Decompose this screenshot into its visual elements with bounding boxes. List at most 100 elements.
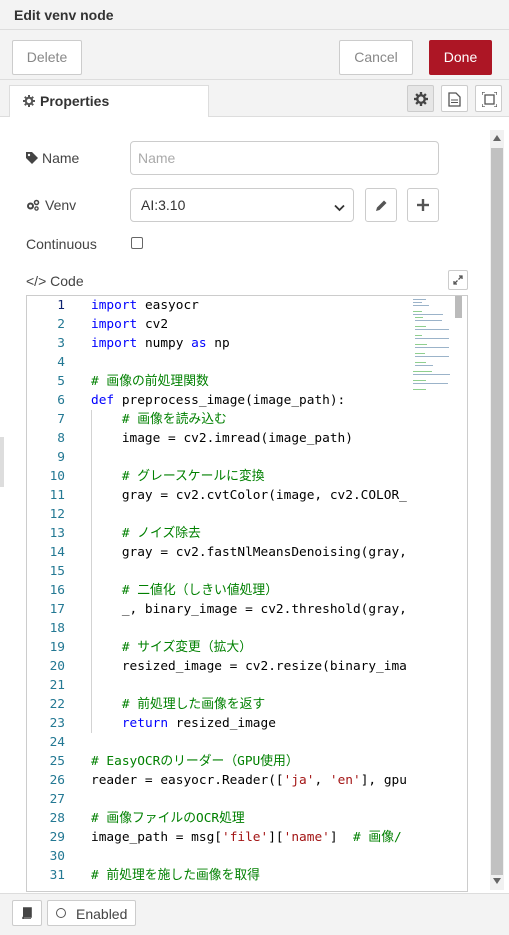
code-text: def preprocess_image(image_path): bbox=[91, 393, 346, 408]
line-number: 24 bbox=[49, 735, 65, 750]
help-button[interactable] bbox=[12, 900, 42, 926]
book-icon bbox=[22, 907, 32, 919]
scroll-up-arrow[interactable] bbox=[493, 135, 501, 141]
code-text: # サイズ変更（拡大） bbox=[121, 640, 253, 655]
description-tab-button[interactable] bbox=[441, 85, 468, 112]
continuous-checkbox[interactable] bbox=[131, 237, 143, 249]
venv-label: Venv bbox=[45, 197, 77, 213]
code-line[interactable]: 21 bbox=[27, 676, 467, 695]
code-editor[interactable]: 1 import easyocr 2 import cv2 3 import numpy … bbox=[26, 295, 468, 892]
line-number: 29 bbox=[49, 830, 65, 845]
code-line[interactable]: 10 # グレースケールに変換 bbox=[27, 467, 467, 486]
code-line[interactable]: 9 bbox=[27, 448, 467, 467]
code-text: gray = cv2.fastNlMeansDenoising(gray, bbox=[91, 545, 407, 560]
code-line[interactable]: 31 # 前処理を施した画像を取得 bbox=[27, 866, 467, 885]
code-line[interactable]: 24 bbox=[27, 733, 467, 752]
delete-button[interactable]: Delete bbox=[12, 40, 82, 75]
line-number: 12 bbox=[49, 507, 65, 522]
code-line[interactable]: 6 def preprocess_image(image_path): bbox=[27, 391, 467, 410]
minimap-line bbox=[415, 335, 422, 336]
code-text: import cv2 bbox=[91, 317, 169, 332]
code-text: import easyocr bbox=[91, 298, 199, 313]
tab-properties[interactable]: Properties bbox=[9, 85, 209, 118]
settings-tab-button[interactable] bbox=[407, 85, 434, 112]
code-line[interactable]: 29 image_path = msg['file']['name'] # 画像/ bbox=[27, 828, 467, 847]
code-line[interactable]: 13 # ノイズ除去 bbox=[27, 524, 467, 543]
code-line[interactable]: 28 # 画像ファイルのOCR処理 bbox=[27, 809, 467, 828]
tray-footer: Enabled bbox=[0, 893, 509, 935]
tag-icon bbox=[26, 151, 38, 169]
code-line[interactable]: 17 _, binary_image = cv2.threshold(gray, bbox=[27, 600, 467, 619]
pencil-icon bbox=[376, 200, 387, 211]
done-button[interactable]: Done bbox=[429, 40, 492, 75]
line-number: 14 bbox=[49, 545, 65, 560]
line-number: 1 bbox=[57, 298, 65, 313]
tray-toolbar: Delete Cancel Done bbox=[0, 30, 509, 80]
indent-guide bbox=[91, 410, 92, 733]
add-venv-button[interactable] bbox=[407, 188, 439, 222]
minimap-line bbox=[413, 311, 422, 312]
minimap-line bbox=[413, 371, 432, 372]
code-text: image = cv2.imread(image_path) bbox=[91, 431, 353, 446]
minimap-line bbox=[413, 374, 450, 375]
tab-properties-label: Properties bbox=[40, 93, 110, 109]
venv-select[interactable]: AI:3.10 bbox=[130, 188, 354, 222]
enabled-label: Enabled bbox=[76, 906, 128, 922]
code-line[interactable]: 11 gray = cv2.cvtColor(image, cv2.COLOR_ bbox=[27, 486, 467, 505]
code-text: # ノイズ除去 bbox=[121, 526, 201, 541]
code-text: # 画像を読み込む bbox=[121, 412, 227, 427]
cancel-button[interactable]: Cancel bbox=[339, 40, 413, 75]
code-line[interactable]: 2 import cv2 bbox=[27, 315, 467, 334]
code-line[interactable]: 4 bbox=[27, 353, 467, 372]
enabled-toggle[interactable]: Enabled bbox=[47, 900, 136, 926]
minimap-line bbox=[413, 314, 443, 315]
expand-editor-button[interactable] bbox=[448, 270, 468, 290]
line-number: 21 bbox=[49, 678, 65, 693]
minimap-line bbox=[415, 365, 434, 366]
editor-scrollbar[interactable] bbox=[455, 296, 462, 318]
code-line[interactable]: 7 # 画像を読み込む bbox=[27, 410, 467, 429]
minimap-line bbox=[413, 305, 430, 306]
code-line[interactable]: 25 # EasyOCRのリーダー（GPU使用） bbox=[27, 752, 467, 771]
tray-title: Edit venv node bbox=[14, 7, 114, 23]
appearance-tab-button[interactable] bbox=[475, 85, 502, 112]
editor-minimap[interactable] bbox=[411, 296, 457, 891]
code-line[interactable]: 18 bbox=[27, 619, 467, 638]
line-number: 28 bbox=[49, 811, 65, 826]
code-line[interactable]: 14 gray = cv2.fastNlMeansDenoising(gray, bbox=[27, 543, 467, 562]
line-number: 15 bbox=[49, 564, 65, 579]
name-input[interactable]: Name bbox=[130, 141, 439, 175]
panel-scrollbar[interactable] bbox=[490, 130, 504, 890]
resize-handle[interactable] bbox=[0, 437, 4, 487]
line-number: 27 bbox=[49, 792, 65, 807]
code-line[interactable]: 20 resized_image = cv2.resize(binary_ima bbox=[27, 657, 467, 676]
code-line[interactable]: 26 reader = easyocr.Reader(['ja', 'en'], … bbox=[27, 771, 467, 790]
scroll-down-arrow[interactable] bbox=[493, 878, 501, 884]
code-line[interactable]: 16 # 二値化（しきい値処理） bbox=[27, 581, 467, 600]
code-line[interactable]: 5 # 画像の前処理関数 bbox=[27, 372, 467, 391]
code-text: resized_image = cv2.resize(binary_ima bbox=[91, 659, 407, 674]
panel-scrollbar-thumb[interactable] bbox=[491, 148, 503, 875]
code-line[interactable]: 27 bbox=[27, 790, 467, 809]
minimap-line bbox=[415, 338, 449, 339]
minimap-line bbox=[415, 347, 449, 348]
code-line[interactable]: 15 bbox=[27, 562, 467, 581]
line-number: 22 bbox=[49, 697, 65, 712]
edit-venv-button[interactable] bbox=[365, 188, 397, 222]
code-line[interactable]: 30 bbox=[27, 847, 467, 866]
code-line[interactable]: 8 image = cv2.imread(image_path) bbox=[27, 429, 467, 448]
code-line[interactable]: 19 # サイズ変更（拡大） bbox=[27, 638, 467, 657]
code-line[interactable]: 22 # 前処理した画像を返す bbox=[27, 695, 467, 714]
cogs-icon bbox=[26, 198, 40, 216]
code-text: # 前処理した画像を返す bbox=[121, 697, 266, 712]
minimap-line bbox=[415, 362, 427, 363]
code-line[interactable]: 1 import easyocr bbox=[27, 296, 467, 315]
line-number: 23 bbox=[49, 716, 65, 731]
code-line[interactable]: 23 return resized_image bbox=[27, 714, 467, 733]
info-icon bbox=[448, 92, 461, 107]
minimap-line bbox=[413, 380, 426, 381]
line-number: 26 bbox=[49, 773, 65, 788]
name-placeholder: Name bbox=[138, 150, 176, 166]
code-line[interactable]: 12 bbox=[27, 505, 467, 524]
code-line[interactable]: 3 import numpy as np bbox=[27, 334, 467, 353]
